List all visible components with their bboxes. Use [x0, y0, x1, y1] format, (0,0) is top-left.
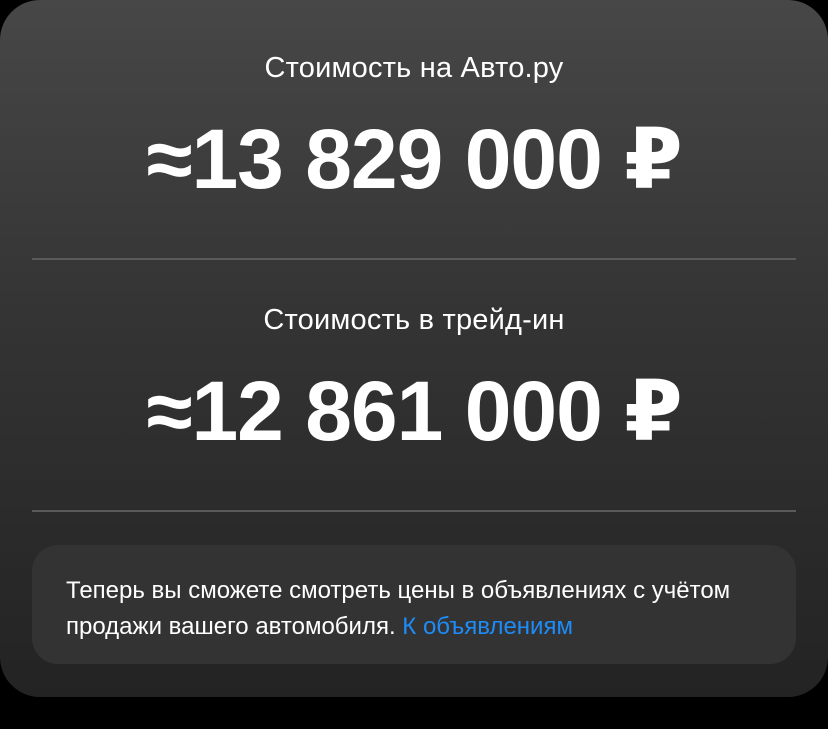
divider — [32, 258, 796, 260]
autoru-price-section: Стоимость на Авто.ру ≈13 829 000 ₽ — [0, 48, 828, 204]
tradein-price-label: Стоимость в трейд-ин — [263, 304, 565, 336]
price-estimate-card: Стоимость на Авто.ру ≈13 829 000 ₽ Стоим… — [0, 0, 828, 697]
autoru-price-label: Стоимость на Авто.ру — [264, 52, 564, 84]
info-banner: Теперь вы сможете смотреть цены в объявл… — [32, 545, 796, 664]
divider — [32, 510, 796, 512]
autoru-price-value: ≈13 829 000 ₽ — [146, 112, 682, 206]
info-text: Теперь вы сможете смотреть цены в объявл… — [66, 577, 731, 640]
tradein-price-section: Стоимость в трейд-ин ≈12 861 000 ₽ — [0, 300, 828, 456]
tradein-price-value: ≈12 861 000 ₽ — [146, 364, 682, 458]
listings-link[interactable]: К объявлениям — [402, 613, 573, 640]
